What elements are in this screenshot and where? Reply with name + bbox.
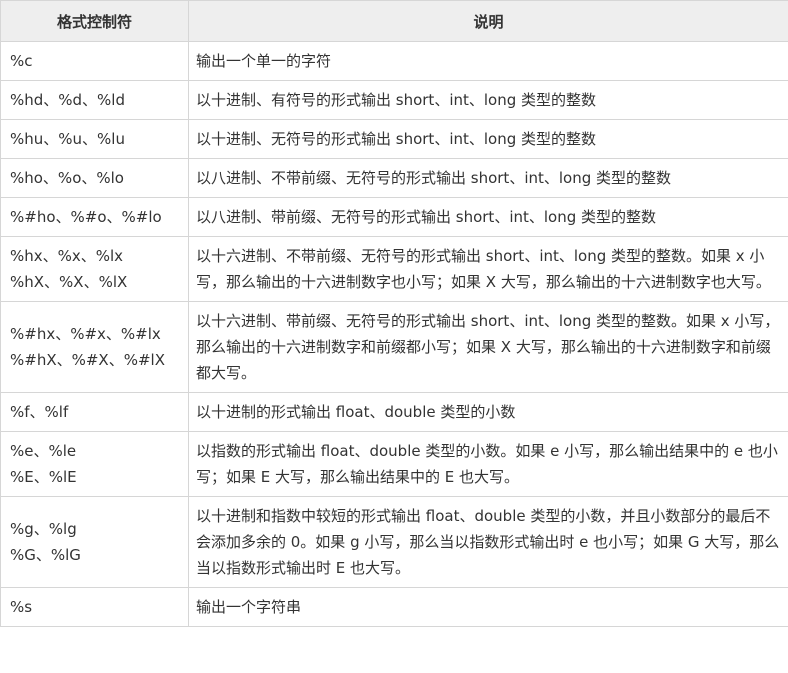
table-row: %s 输出一个字符串 xyxy=(0,587,788,627)
table-row: %#ho、%#o、%#lo 以八进制、带前缀、无符号的形式输出 short、in… xyxy=(0,197,788,237)
header-description: 说明 xyxy=(188,0,788,42)
table-row: %e、%le %E、%lE 以指数的形式输出 float、double 类型的小… xyxy=(0,431,788,497)
spec-cell: %hx、%x、%lx %hX、%X、%lX xyxy=(0,236,189,302)
desc-cell: 以指数的形式输出 float、double 类型的小数。如果 e 小写，那么输出… xyxy=(188,431,788,497)
spec-text: %c xyxy=(10,52,33,70)
desc-text: 输出一个字符串 xyxy=(196,598,302,616)
desc-text: 以十六进制、不带前缀、无符号的形式输出 short、int、long 类型的整数… xyxy=(196,247,771,291)
spec-text: %g、%lg xyxy=(10,520,77,538)
spec-cell: %hd、%d、%ld xyxy=(0,80,189,120)
spec-text: %hd、%d、%ld xyxy=(10,91,125,109)
spec-cell: %c xyxy=(0,41,189,81)
spec-cell: %#hx、%#x、%#lx %#hX、%#X、%#lX xyxy=(0,301,189,393)
spec-text: %#hX、%#X、%#lX xyxy=(10,351,165,369)
spec-text: %G、%lG xyxy=(10,546,81,564)
header-format-specifier: 格式控制符 xyxy=(0,0,189,42)
table-row: %hu、%u、%lu 以十进制、无符号的形式输出 short、int、long … xyxy=(0,119,788,159)
spec-text: %hu、%u、%lu xyxy=(10,130,125,148)
desc-cell: 输出一个字符串 xyxy=(188,587,788,627)
desc-text: 以十进制、有符号的形式输出 short、int、long 类型的整数 xyxy=(196,91,597,109)
table-row: %hd、%d、%ld 以十进制、有符号的形式输出 short、int、long … xyxy=(0,80,788,120)
spec-text: %E、%lE xyxy=(10,468,77,486)
desc-cell: 以十六进制、带前缀、无符号的形式输出 short、int、long 类型的整数。… xyxy=(188,301,788,393)
table-row: %ho、%o、%lo 以八进制、不带前缀、无符号的形式输出 short、int、… xyxy=(0,158,788,198)
spec-cell: %g、%lg %G、%lG xyxy=(0,496,189,588)
desc-cell: 以十六进制、不带前缀、无符号的形式输出 short、int、long 类型的整数… xyxy=(188,236,788,302)
desc-cell: 以八进制、带前缀、无符号的形式输出 short、int、long 类型的整数 xyxy=(188,197,788,237)
desc-cell: 以十进制、无符号的形式输出 short、int、long 类型的整数 xyxy=(188,119,788,159)
spec-cell: %f、%lf xyxy=(0,392,189,432)
spec-cell: %s xyxy=(0,587,189,627)
desc-cell: 以十进制和指数中较短的形式输出 float、double 类型的小数，并且小数部… xyxy=(188,496,788,588)
spec-cell: %#ho、%#o、%#lo xyxy=(0,197,189,237)
desc-text: 以八进制、不带前缀、无符号的形式输出 short、int、long 类型的整数 xyxy=(196,169,672,187)
desc-text: 以十进制的形式输出 float、double 类型的小数 xyxy=(196,403,516,421)
spec-text: %#hx、%#x、%#lx xyxy=(10,325,161,343)
table-row: %c 输出一个单一的字符 xyxy=(0,41,788,81)
spec-text: %hX、%X、%lX xyxy=(10,273,128,291)
spec-cell: %hu、%u、%lu xyxy=(0,119,189,159)
table-row: %g、%lg %G、%lG 以十进制和指数中较短的形式输出 float、doub… xyxy=(0,496,788,588)
spec-text: %f、%lf xyxy=(10,403,69,421)
spec-text: %hx、%x、%lx xyxy=(10,247,124,265)
table-row: %hx、%x、%lx %hX、%X、%lX 以十六进制、不带前缀、无符号的形式输… xyxy=(0,236,788,302)
desc-cell: 以十进制的形式输出 float、double 类型的小数 xyxy=(188,392,788,432)
desc-text: 以十进制、无符号的形式输出 short、int、long 类型的整数 xyxy=(196,130,597,148)
desc-text: 以十六进制、带前缀、无符号的形式输出 short、int、long 类型的整数。… xyxy=(196,312,780,382)
spec-text: %ho、%o、%lo xyxy=(10,169,124,187)
desc-cell: 以十进制、有符号的形式输出 short、int、long 类型的整数 xyxy=(188,80,788,120)
table-header-row: 格式控制符 说明 xyxy=(0,0,788,42)
desc-cell: 以八进制、不带前缀、无符号的形式输出 short、int、long 类型的整数 xyxy=(188,158,788,198)
desc-text: 输出一个单一的字符 xyxy=(196,52,332,70)
desc-text: 以十进制和指数中较短的形式输出 float、double 类型的小数，并且小数部… xyxy=(196,507,780,577)
table-row: %f、%lf 以十进制的形式输出 float、double 类型的小数 xyxy=(0,392,788,432)
spec-text: %s xyxy=(10,598,33,616)
spec-cell: %e、%le %E、%lE xyxy=(0,431,189,497)
desc-cell: 输出一个单一的字符 xyxy=(188,41,788,81)
table-row: %#hx、%#x、%#lx %#hX、%#X、%#lX 以十六进制、带前缀、无符… xyxy=(0,301,788,393)
desc-text: 以指数的形式输出 float、double 类型的小数。如果 e 小写，那么输出… xyxy=(196,442,778,486)
format-specifier-table: 格式控制符 说明 %c 输出一个单一的字符 %hd、%d、%ld 以十进制、有符… xyxy=(0,0,788,627)
spec-text: %e、%le xyxy=(10,442,77,460)
spec-text: %#ho、%#o、%#lo xyxy=(10,208,162,226)
spec-cell: %ho、%o、%lo xyxy=(0,158,189,198)
desc-text: 以八进制、带前缀、无符号的形式输出 short、int、long 类型的整数 xyxy=(196,208,657,226)
